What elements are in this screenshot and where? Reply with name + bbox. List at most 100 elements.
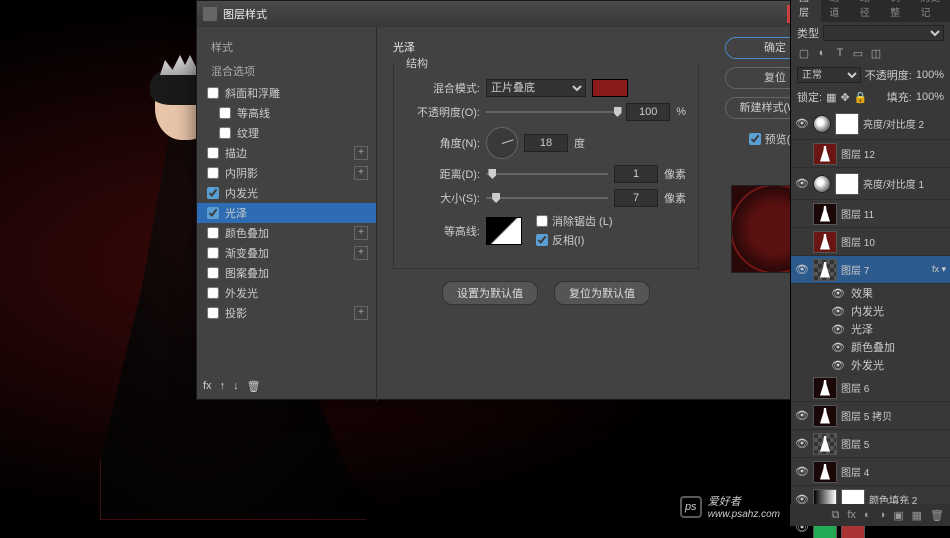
arrow-down-icon[interactable]: ↓	[233, 380, 239, 393]
layer-row[interactable]: 👁图层 5	[791, 430, 950, 458]
layer-row[interactable]: 图层 11	[791, 200, 950, 228]
style-check[interactable]	[207, 287, 219, 299]
style-check[interactable]	[207, 227, 219, 239]
style-check[interactable]	[207, 87, 219, 99]
blend-mode-panel-select[interactable]: 正常	[797, 67, 861, 83]
visibility-icon[interactable]: 👁	[831, 304, 845, 318]
lock-all-icon[interactable]: 🔒	[854, 91, 868, 104]
kind-select[interactable]	[823, 25, 944, 41]
effect-item[interactable]: 内发光	[851, 303, 884, 319]
visibility-icon[interactable]	[795, 381, 809, 395]
style-item-6[interactable]: 光泽	[197, 203, 376, 223]
style-item-1[interactable]: 等高线	[197, 103, 376, 123]
style-item-7[interactable]: 颜色叠加+	[197, 223, 376, 243]
style-item-11[interactable]: 投影+	[197, 303, 376, 323]
style-item-8[interactable]: 渐变叠加+	[197, 243, 376, 263]
filter-adjust-icon[interactable]: ◐	[815, 47, 829, 61]
fill-value[interactable]: 100%	[916, 91, 944, 103]
styles-header[interactable]: 样式	[197, 35, 376, 59]
distance-value[interactable]: 1	[614, 165, 658, 183]
lock-position-icon[interactable]: ✥	[840, 91, 849, 104]
visibility-icon[interactable]	[795, 147, 809, 161]
dialog-titlebar[interactable]: 图层样式 ✕	[197, 1, 835, 27]
blend-mode-select[interactable]: 正片叠底	[486, 79, 586, 97]
filter-smart-icon[interactable]: ◫	[869, 47, 883, 61]
effect-item[interactable]: 外发光	[851, 357, 884, 373]
link-icon[interactable]: ⧉	[831, 509, 839, 522]
style-check[interactable]	[207, 307, 219, 319]
tab-history[interactable]: 历史记	[912, 0, 950, 22]
new-layer-icon[interactable]: ▦	[912, 509, 922, 522]
lock-pixels-icon[interactable]: ▦	[826, 91, 836, 104]
visibility-icon[interactable]: 👁	[831, 340, 845, 354]
effect-item[interactable]: 颜色叠加	[851, 339, 895, 355]
style-check[interactable]	[219, 127, 231, 139]
make-default-button[interactable]: 设置为默认值	[442, 281, 538, 305]
trash-icon[interactable]: 🗑	[247, 380, 261, 393]
visibility-icon[interactable]: 👁	[831, 322, 845, 336]
style-item-0[interactable]: 斜面和浮雕	[197, 83, 376, 103]
style-item-10[interactable]: 外发光	[197, 283, 376, 303]
visibility-icon[interactable]: 👁	[795, 177, 809, 191]
style-check[interactable]	[207, 207, 219, 219]
visibility-icon[interactable]	[795, 207, 809, 221]
filter-shape-icon[interactable]: ▭	[851, 47, 865, 61]
distance-slider[interactable]	[486, 167, 608, 181]
layer-row[interactable]: 👁图层 5 拷贝	[791, 402, 950, 430]
color-swatch[interactable]	[592, 79, 628, 97]
layer-row[interactable]: 👁图层 4	[791, 458, 950, 486]
visibility-icon[interactable]: 👁	[831, 286, 845, 300]
tab-paths[interactable]: 路径	[852, 0, 882, 22]
visibility-icon[interactable]: 👁	[795, 409, 809, 423]
delete-icon[interactable]: 🗑	[930, 509, 944, 522]
antialias-checkbox[interactable]: 消除锯齿 (L)	[536, 213, 613, 229]
style-item-3[interactable]: 描边+	[197, 143, 376, 163]
blend-header[interactable]: 混合选项	[197, 59, 376, 83]
filter-text-icon[interactable]: T	[833, 47, 847, 61]
layer-row[interactable]: 👁亮度/对比度 1	[791, 168, 950, 200]
plus-icon[interactable]: +	[354, 166, 368, 180]
fill-adj-icon[interactable]: ◑	[879, 509, 886, 521]
visibility-icon[interactable]: 👁	[795, 437, 809, 451]
visibility-icon[interactable]: 👁	[795, 117, 809, 131]
reset-default-button[interactable]: 复位为默认值	[554, 281, 650, 305]
size-slider[interactable]	[486, 191, 608, 205]
opacity-slider[interactable]	[486, 105, 620, 119]
filter-image-icon[interactable]: ▢	[797, 47, 811, 61]
arrow-up-icon[interactable]: ↑	[220, 380, 226, 393]
group-icon[interactable]: ▣	[893, 509, 903, 522]
visibility-icon[interactable]: 👁	[795, 263, 809, 277]
tab-channels[interactable]: 通道	[821, 0, 851, 22]
visibility-icon[interactable]: 👁	[831, 358, 845, 372]
style-check[interactable]	[207, 247, 219, 259]
style-item-9[interactable]: 图案叠加	[197, 263, 376, 283]
plus-icon[interactable]: +	[354, 246, 368, 260]
style-check[interactable]	[207, 267, 219, 279]
invert-checkbox[interactable]: 反相(I)	[536, 232, 613, 248]
plus-icon[interactable]: +	[354, 226, 368, 240]
style-check[interactable]	[207, 167, 219, 179]
layer-row[interactable]: 👁图层 7fx ▾	[791, 256, 950, 284]
layer-row[interactable]: 图层 10	[791, 228, 950, 256]
style-check[interactable]	[207, 187, 219, 199]
mask-icon[interactable]: ◐	[864, 509, 871, 521]
effect-item[interactable]: 光泽	[851, 321, 873, 337]
tab-layers[interactable]: 图层	[791, 0, 821, 22]
contour-picker[interactable]	[486, 217, 522, 245]
angle-dial[interactable]	[486, 127, 518, 159]
plus-icon[interactable]: +	[354, 146, 368, 160]
plus-icon[interactable]: +	[354, 306, 368, 320]
panel-opacity-value[interactable]: 100%	[916, 69, 944, 81]
style-item-4[interactable]: 内阴影+	[197, 163, 376, 183]
tab-adjust[interactable]: 调整	[882, 0, 912, 22]
visibility-icon[interactable]: 👁	[795, 465, 809, 479]
layer-row[interactable]: 👁亮度/对比度 2	[791, 108, 950, 140]
fx-menu-button[interactable]: fx	[203, 380, 212, 393]
style-check[interactable]	[219, 107, 231, 119]
opacity-value[interactable]: 100	[626, 103, 670, 121]
visibility-icon[interactable]	[795, 235, 809, 249]
style-check[interactable]	[207, 147, 219, 159]
style-item-5[interactable]: 内发光	[197, 183, 376, 203]
fx-indicator[interactable]: fx ▾	[932, 264, 946, 275]
layer-row[interactable]: 图层 6	[791, 374, 950, 402]
